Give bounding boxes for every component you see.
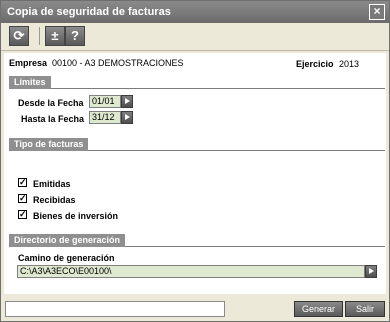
dialog-window: Copia de seguridad de facturas × ⟳ ± ? E…	[0, 0, 390, 322]
bienes-inversion-label: Bienes de inversión	[33, 211, 119, 221]
emitidas-label: Emitidas	[33, 179, 71, 189]
limites-section-header: Límites	[9, 76, 385, 89]
camino-arrow-icon[interactable]	[365, 265, 377, 278]
check-icon: ✓	[19, 193, 27, 203]
check-icon: ✓	[19, 177, 27, 187]
empresa-label: Empresa	[9, 58, 48, 68]
status-field	[5, 301, 225, 317]
hasta-fecha-field[interactable]: 31/12	[89, 111, 121, 124]
empresa-value: 00100 - A3 DEMOSTRACIONES	[52, 58, 184, 68]
tipo-section-header: Tipo de facturas	[9, 138, 385, 151]
form-panel: Empresa 00100 - A3 DEMOSTRACIONES Ejerci…	[4, 53, 386, 294]
hasta-fecha-arrow-icon[interactable]	[121, 111, 133, 124]
camino-field[interactable]: C:\A3\A3ECO\E00100\	[17, 265, 365, 278]
recibidas-checkbox[interactable]: ✓	[18, 193, 27, 203]
limites-section-title: Límites	[9, 76, 51, 89]
refresh-icon[interactable]: ⟳	[9, 26, 29, 46]
hasta-fecha-label: Hasta la Fecha	[21, 114, 85, 124]
recibidas-label: Recibidas	[33, 195, 76, 205]
ejercicio-value: 2013	[339, 59, 360, 69]
plus-minus-icon[interactable]: ±	[45, 26, 65, 46]
camino-label: Camino de generación	[18, 253, 115, 263]
ejercicio-label: Ejercicio	[296, 59, 334, 69]
directorio-section-title: Directorio de generación	[9, 234, 126, 247]
emitidas-checkbox[interactable]: ✓	[18, 177, 27, 187]
salir-button[interactable]: Salir	[345, 301, 385, 317]
footer-bar: Generar Salir	[1, 297, 389, 321]
close-icon[interactable]: ×	[369, 4, 385, 20]
desde-fecha-label: Desde la Fecha	[18, 98, 84, 108]
toolbar-separator	[39, 27, 40, 45]
window-title: Copia de seguridad de facturas	[7, 6, 171, 18]
desde-fecha-field[interactable]: 01/01	[89, 95, 121, 108]
help-icon[interactable]: ?	[65, 26, 85, 46]
title-bar: Copia de seguridad de facturas ×	[1, 1, 389, 23]
check-icon: ✓	[19, 209, 27, 219]
toolbar: ⟳ ± ?	[1, 23, 389, 51]
tipo-section-title: Tipo de facturas	[9, 138, 89, 151]
directorio-section-header: Directorio de generación	[9, 234, 385, 247]
generar-button[interactable]: Generar	[294, 301, 343, 317]
desde-fecha-arrow-icon[interactable]	[121, 95, 133, 108]
bienes-inversion-checkbox[interactable]: ✓	[18, 209, 27, 219]
